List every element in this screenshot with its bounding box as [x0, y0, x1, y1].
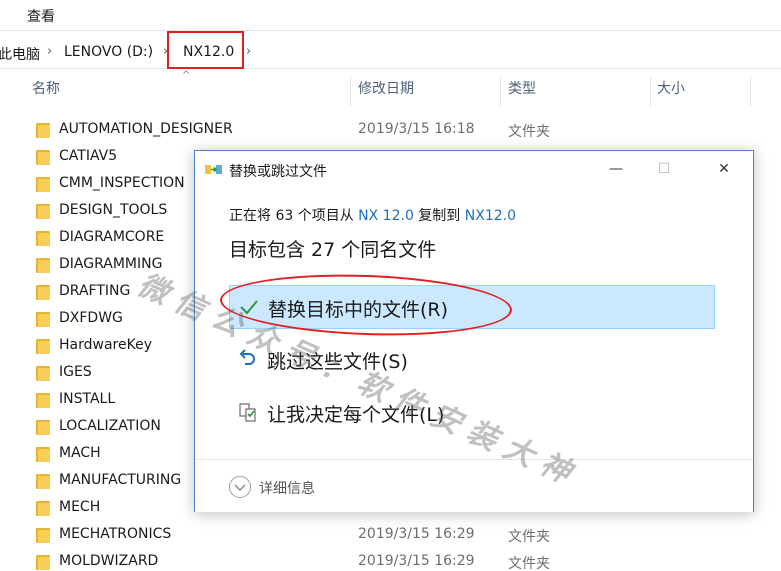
folder-icon	[36, 312, 50, 327]
file-name: MOLDWIZARD	[59, 553, 159, 569]
file-name: AUTOMATION_DESIGNER	[59, 121, 233, 137]
column-divider[interactable]	[350, 76, 351, 106]
tab-view[interactable]: 查看	[27, 6, 55, 26]
column-divider[interactable]	[750, 76, 751, 106]
file-modified-date: 2019/3/15 16:18	[358, 121, 475, 137]
column-header-type[interactable]: 类型	[508, 78, 536, 108]
file-name: LOCALIZATION	[59, 418, 161, 434]
maximize-button: ☐	[657, 161, 671, 177]
file-modified-date: 2019/3/15 16:29	[358, 526, 475, 542]
file-name: DXFDWG	[59, 310, 123, 326]
status-middle: 复制到	[413, 208, 465, 224]
close-button[interactable]: ✕	[701, 151, 747, 187]
file-row[interactable]: AUTOMATION_DESIGNER 2019/3/15 16:18 文件夹	[0, 117, 781, 144]
breadcrumb-drive[interactable]: LENOVO (D:)	[64, 44, 153, 60]
file-name: CMM_INSPECTION	[59, 175, 185, 191]
folder-icon	[36, 420, 50, 435]
chevron-right-icon[interactable]: ›	[47, 44, 52, 59]
file-type: 文件夹	[508, 556, 550, 571]
folder-icon	[36, 393, 50, 408]
folder-icon	[36, 123, 50, 138]
details-label[interactable]: 详细信息	[259, 478, 315, 498]
file-type: 文件夹	[508, 124, 550, 140]
status-prefix: 正在将 63 个项目从	[229, 208, 359, 224]
dialog-heading: 目标包含 27 个同名文件	[229, 239, 437, 261]
breadcrumb-this-pc[interactable]: 此电脑	[0, 44, 40, 64]
expand-details-button[interactable]	[229, 476, 251, 498]
minimize-button[interactable]: —	[593, 151, 639, 187]
file-name: DIAGRAMCORE	[59, 229, 165, 245]
copy-status-text: 正在将 63 个项目从 NX 12.0 复制到 NX12.0	[229, 205, 516, 225]
folder-icon	[36, 204, 50, 219]
chevron-down-icon	[234, 484, 246, 491]
file-name: DRAFTING	[59, 283, 131, 299]
file-name: MECHATRONICS	[59, 526, 172, 542]
folder-icon	[36, 528, 50, 543]
file-row[interactable]: MECHATRONICS 2019/3/15 16:29 文件夹	[0, 522, 781, 549]
folder-icon	[36, 501, 50, 516]
file-name: MECH	[59, 499, 101, 515]
ribbon: 查看	[0, 0, 781, 31]
file-name: INSTALL	[59, 391, 116, 407]
folder-icon	[36, 339, 50, 354]
copy-transfer-icon	[205, 165, 222, 174]
column-header-name[interactable]: 名称	[32, 78, 60, 108]
file-name: MANUFACTURING	[59, 472, 182, 488]
folder-icon	[36, 474, 50, 489]
folder-icon	[36, 447, 50, 462]
chevron-right-icon[interactable]: ›	[246, 44, 251, 59]
folder-icon	[36, 258, 50, 273]
dialog-footer: 详细信息	[195, 459, 753, 512]
folder-icon	[36, 231, 50, 246]
folder-icon	[36, 555, 50, 570]
file-name: CATIAV5	[59, 148, 118, 164]
folder-icon	[36, 150, 50, 165]
destination-folder-link[interactable]: NX12.0	[465, 208, 516, 224]
folder-icon	[36, 177, 50, 192]
file-row[interactable]: MOLDWIZARD 2019/3/15 16:29 文件夹	[0, 549, 781, 571]
file-name: DESIGN_TOOLS	[59, 202, 168, 218]
compare-files-icon	[239, 403, 256, 422]
file-name: MACH	[59, 445, 101, 461]
file-name: IGES	[59, 364, 92, 380]
column-divider[interactable]	[650, 76, 651, 106]
column-divider[interactable]	[500, 76, 501, 106]
source-folder-link[interactable]: NX 12.0	[358, 208, 414, 224]
address-bar[interactable]: 此电脑 › LENOVO (D:) › NX12.0 ›	[0, 36, 781, 69]
sort-ascending-icon: ^	[182, 70, 191, 81]
file-name: HardwareKey	[59, 337, 152, 353]
column-header-modified[interactable]: 修改日期	[358, 78, 414, 108]
annotation-rectangle	[167, 31, 244, 69]
file-explorer-window: 查看 此电脑 › LENOVO (D:) › NX12.0 › ^ 名称 修改日…	[0, 0, 781, 571]
column-header-size[interactable]: 大小	[657, 78, 685, 108]
folder-icon	[36, 366, 50, 381]
file-modified-date: 2019/3/15 16:29	[358, 553, 475, 569]
dialog-titlebar[interactable]: 替换或跳过文件 — ☐ ✕	[195, 151, 753, 189]
dialog-title: 替换或跳过文件	[229, 164, 327, 180]
file-type: 文件夹	[508, 529, 550, 545]
folder-icon	[36, 285, 50, 300]
